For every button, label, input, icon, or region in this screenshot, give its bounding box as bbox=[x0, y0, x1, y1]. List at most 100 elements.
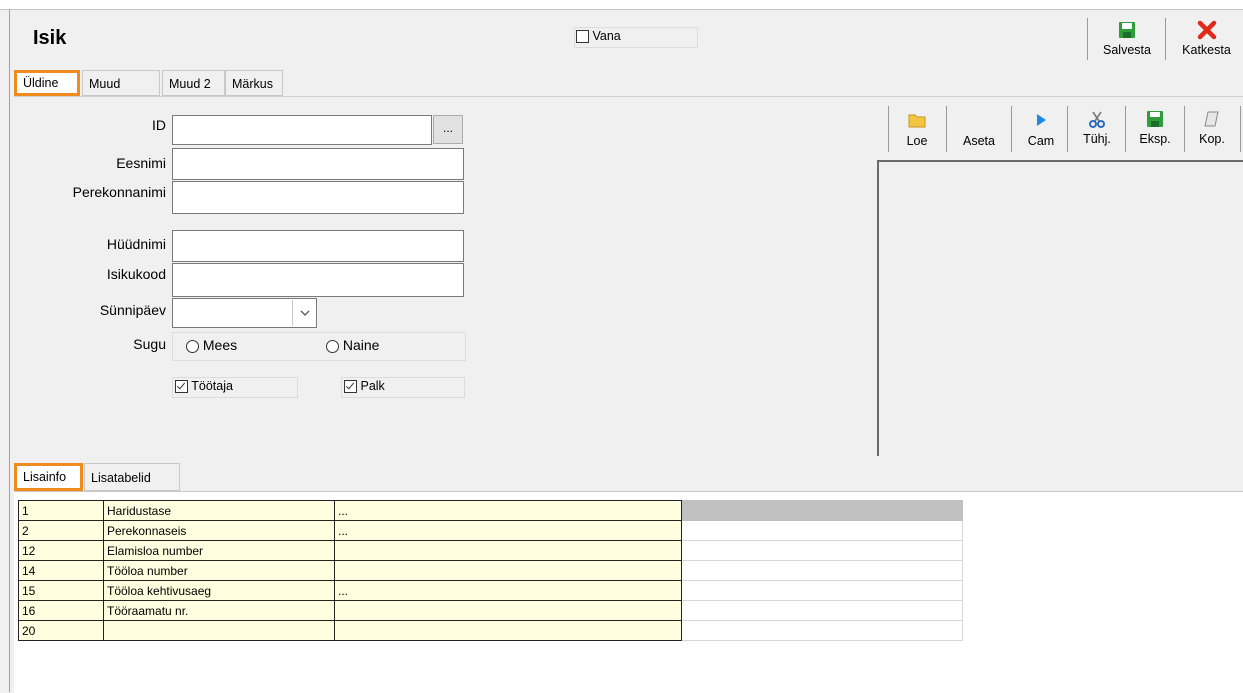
naine-radio[interactable]: Naine bbox=[326, 337, 379, 353]
grid-cell-id[interactable]: 14 bbox=[18, 560, 104, 581]
eesnimi-label: Eesnimi bbox=[116, 155, 166, 171]
grid-cell-name[interactable]: Tööraamatu nr. bbox=[103, 600, 335, 621]
cam-button[interactable]: Cam bbox=[1018, 106, 1064, 148]
eksp-label: Eksp. bbox=[1139, 132, 1171, 146]
grid-cell-id[interactable]: 1 bbox=[18, 500, 104, 521]
window-title: Isik bbox=[33, 27, 67, 49]
photo-area[interactable] bbox=[877, 160, 1243, 456]
grid-cell-empty bbox=[681, 520, 963, 541]
floppy-disk-icon bbox=[1130, 106, 1180, 128]
tootaja-checkbox-box[interactable] bbox=[175, 380, 188, 394]
aseta-button[interactable]: Aseta bbox=[953, 106, 1005, 148]
photo-toolbar-separator bbox=[1240, 106, 1241, 152]
mees-label: Mees bbox=[202, 337, 238, 353]
tab-markus[interactable]: Märkus bbox=[225, 70, 283, 96]
save-button[interactable]: Salvesta bbox=[1092, 18, 1162, 57]
tyhj-label: Tühj. bbox=[1083, 132, 1111, 146]
tab-lisainfo[interactable]: Lisainfo bbox=[14, 463, 83, 491]
mees-radio[interactable]: Mees bbox=[186, 337, 237, 353]
grid-cell-name[interactable] bbox=[103, 620, 335, 641]
grid-cell-empty bbox=[681, 580, 963, 601]
paste-icon bbox=[953, 106, 1005, 128]
table-row[interactable]: 1 Haridustase... bbox=[18, 500, 963, 521]
grid-cell-value[interactable] bbox=[334, 620, 682, 641]
tab-uldine[interactable]: Üldine bbox=[14, 70, 80, 96]
mees-radio-circle[interactable] bbox=[186, 339, 199, 353]
cancel-button[interactable]: Katkesta bbox=[1170, 18, 1243, 57]
loe-button[interactable]: Loe bbox=[893, 106, 941, 148]
sugu-label: Sugu bbox=[133, 336, 166, 352]
palk-checkbox[interactable]: Palk bbox=[344, 379, 385, 394]
table-row[interactable]: 14 Tööloa number bbox=[18, 560, 963, 581]
aseta-label: Aseta bbox=[963, 134, 995, 148]
grid-cell-value[interactable] bbox=[334, 540, 682, 561]
tab-muud-2[interactable]: Muud 2 bbox=[162, 70, 225, 96]
photo-toolbar-separator bbox=[1067, 106, 1068, 152]
chevron-down-icon[interactable] bbox=[292, 300, 317, 326]
table-row[interactable]: 15 Tööloa kehtivusaeg... bbox=[18, 580, 963, 601]
tab-lisatabelid[interactable]: Lisatabelid bbox=[84, 463, 180, 491]
hyydnimi-input[interactable] bbox=[172, 230, 464, 262]
eesnimi-input[interactable] bbox=[172, 148, 464, 180]
tootaja-label: Töötaja bbox=[191, 379, 233, 393]
grid-cell-id[interactable]: 2 bbox=[18, 520, 104, 541]
hyydnimi-label: Hüüdnimi bbox=[106, 236, 166, 252]
grid-cell-id[interactable]: 12 bbox=[18, 540, 104, 561]
bottom-tab-bar: Lisainfo Lisatabelid bbox=[14, 463, 1243, 491]
cancel-label: Katkesta bbox=[1182, 43, 1231, 57]
grid-cell-name[interactable]: Perekonnaseis bbox=[103, 520, 335, 541]
tootaja-checkbox[interactable]: Töötaja bbox=[175, 379, 233, 394]
floppy-disk-icon bbox=[1092, 18, 1162, 40]
window-left-edge bbox=[9, 9, 10, 692]
eksp-button[interactable]: Eksp. bbox=[1130, 106, 1180, 146]
tyhj-button[interactable]: Tühj. bbox=[1073, 106, 1121, 146]
save-label: Salvesta bbox=[1103, 43, 1151, 57]
top-tab-bar: Üldine Muud Muud 2 Märkus bbox=[14, 70, 1243, 96]
vana-checkbox-box[interactable] bbox=[576, 30, 589, 44]
grid-cell-id[interactable]: 15 bbox=[18, 580, 104, 601]
toolbar-separator bbox=[1165, 18, 1166, 60]
grid-cell-name[interactable]: Haridustase bbox=[103, 500, 335, 521]
kop-label: Kop. bbox=[1199, 132, 1225, 146]
id-label: ID bbox=[152, 117, 166, 133]
grid-cell-name[interactable]: Tööloa number bbox=[103, 560, 335, 581]
kop-button[interactable]: Kop. bbox=[1190, 106, 1234, 146]
grid-cell-id[interactable]: 16 bbox=[18, 600, 104, 621]
photo-toolbar-separator bbox=[1011, 106, 1012, 152]
tab-muud[interactable]: Muud bbox=[82, 70, 160, 96]
grid-cell-empty bbox=[681, 540, 963, 561]
table-row[interactable]: 16 Tööraamatu nr. bbox=[18, 600, 963, 621]
grid-cell-value[interactable] bbox=[334, 560, 682, 581]
table-row[interactable]: 12 Elamisloa number bbox=[18, 540, 963, 561]
perekonnanimi-input[interactable] bbox=[172, 181, 464, 214]
vana-checkbox[interactable]: Vana bbox=[576, 29, 621, 44]
grid-cell-empty bbox=[681, 620, 963, 641]
grid-cell-id[interactable]: 20 bbox=[18, 620, 104, 641]
synnipaev-label: Sünnipäev bbox=[99, 302, 166, 318]
naine-radio-circle[interactable] bbox=[326, 339, 339, 353]
copy-icon bbox=[1190, 106, 1234, 128]
grid-cell-empty bbox=[681, 560, 963, 581]
grid-cell-value[interactable] bbox=[334, 600, 682, 621]
grid-cell-name[interactable]: Elamisloa number bbox=[103, 540, 335, 561]
table-row[interactable]: 2 Perekonnaseis... bbox=[18, 520, 963, 541]
grid-cell-value[interactable]: ... bbox=[334, 520, 682, 541]
grid-cell-name[interactable]: Tööloa kehtivusaeg bbox=[103, 580, 335, 601]
lisainfo-grid[interactable]: 1 Haridustase... 2 Perekonnaseis... 12 Elamis… bbox=[18, 500, 963, 641]
table-row[interactable]: 20 bbox=[18, 620, 963, 641]
photo-toolbar-separator bbox=[1184, 106, 1185, 152]
grid-cell-empty bbox=[681, 600, 963, 621]
id-browse-button[interactable]: ... bbox=[433, 115, 463, 144]
window-top-edge bbox=[0, 0, 1243, 10]
toolbar-separator bbox=[1087, 18, 1088, 60]
grid-cell-value[interactable]: ... bbox=[334, 500, 682, 521]
photo-toolbar-separator bbox=[946, 106, 947, 152]
palk-checkbox-box[interactable] bbox=[344, 380, 357, 394]
isikukood-input[interactable] bbox=[172, 263, 464, 297]
id-input[interactable] bbox=[172, 115, 432, 145]
naine-label: Naine bbox=[342, 337, 380, 353]
palk-label: Palk bbox=[360, 379, 385, 393]
grid-cell-value[interactable]: ... bbox=[334, 580, 682, 601]
red-x-icon bbox=[1170, 18, 1243, 40]
isikukood-label: Isikukood bbox=[106, 266, 166, 282]
